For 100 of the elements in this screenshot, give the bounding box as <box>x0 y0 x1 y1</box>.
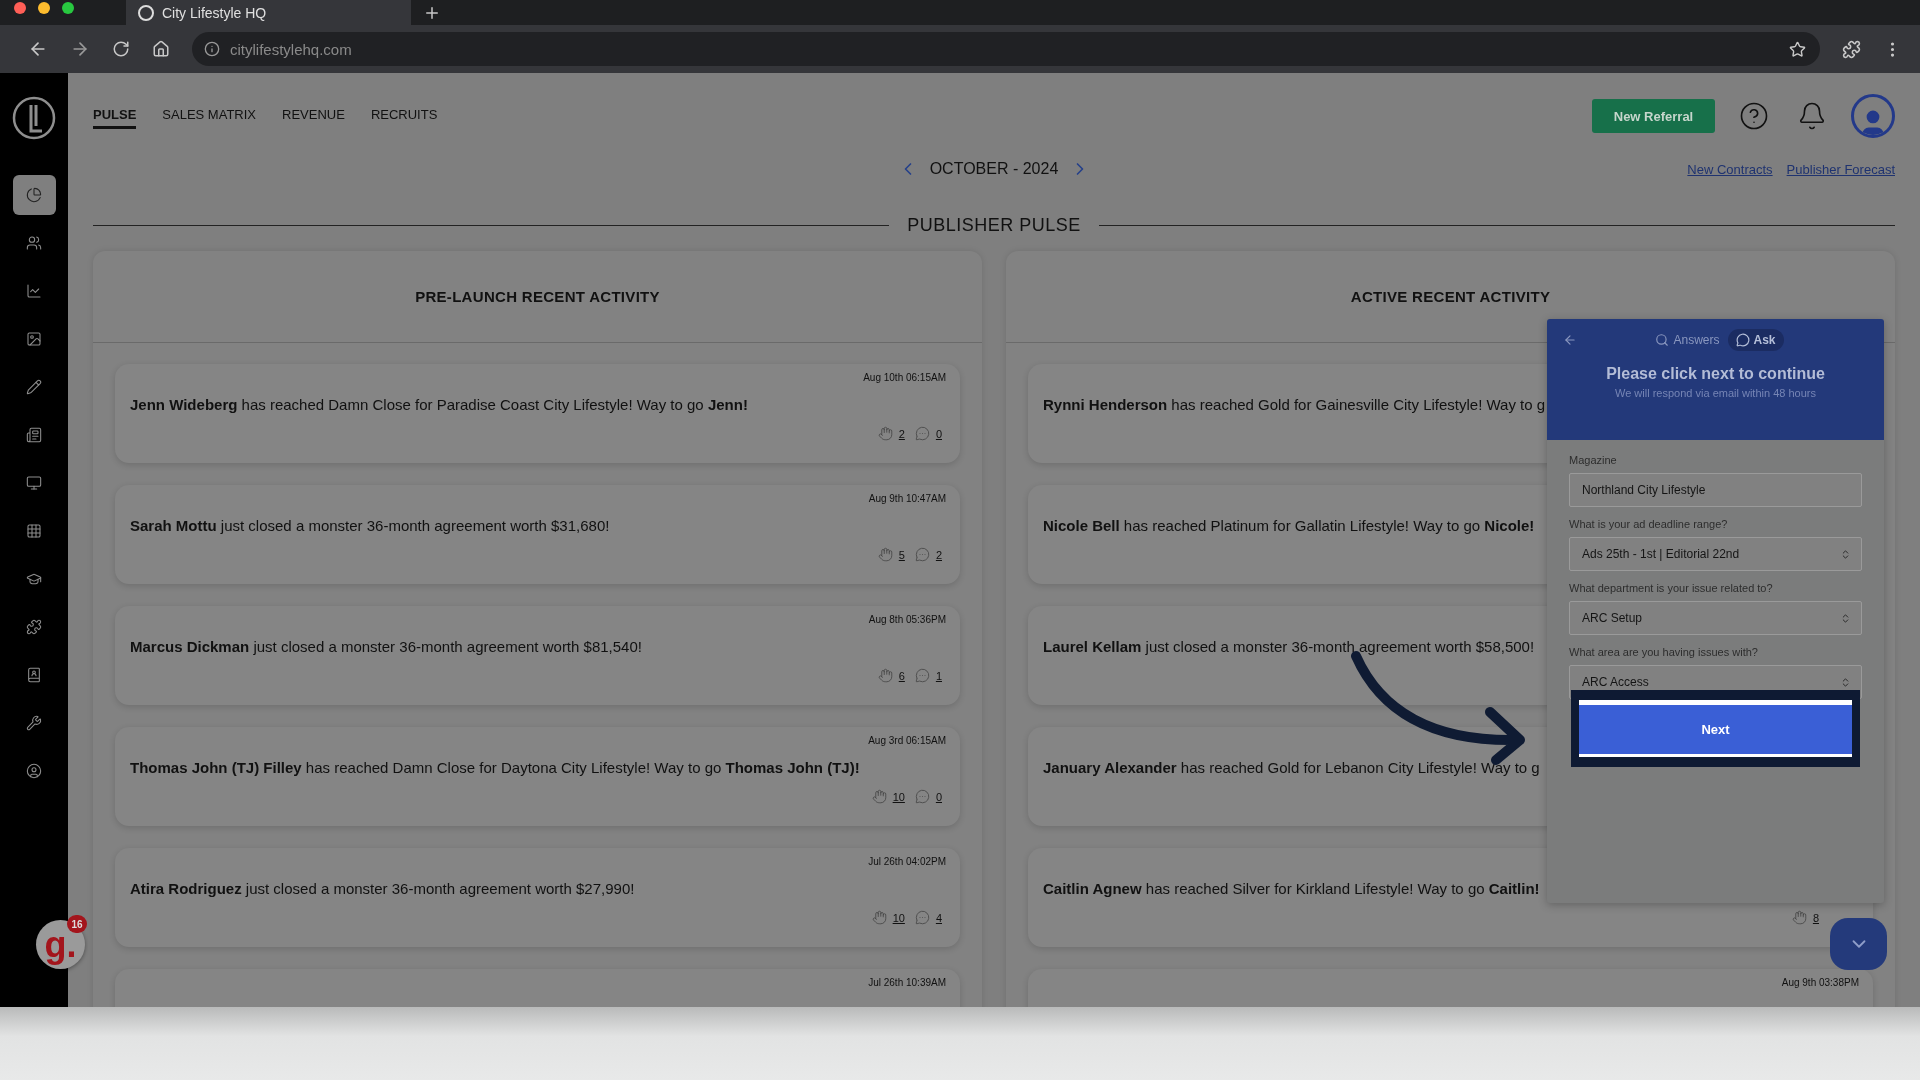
monitor-icon <box>26 475 42 491</box>
up-down-arrows-icon <box>1840 676 1851 688</box>
timestamp: Aug 8th 05:36PM <box>868 614 946 627</box>
avatar-icon[interactable] <box>1851 94 1895 138</box>
comment-count[interactable]: 4 <box>935 911 942 924</box>
comment-count[interactable]: 2 <box>935 548 942 561</box>
activity-message: Jenn Wideberg has reached Damn Close for Paradise Coast City Lifestyle! Way to go Jenn! <box>130 396 748 413</box>
new-referral-button[interactable]: New Referral <box>1592 99 1715 133</box>
activity-message: Marcus Dickman just closed a monster 36-month agreement worth $81,540! <box>130 638 642 655</box>
bookmark-star-icon[interactable] <box>1789 40 1806 58</box>
reload-icon[interactable] <box>112 40 130 58</box>
nav-tab[interactable]: REVENUE <box>282 103 345 129</box>
chat-bubble-icon[interactable] <box>914 426 930 441</box>
wrench-icon <box>26 715 42 731</box>
report-link[interactable]: Publisher Forecast <box>1786 161 1895 177</box>
back-icon[interactable] <box>1563 333 1577 347</box>
hand-icon[interactable] <box>877 668 893 683</box>
section-title: PUBLISHER PULSE <box>907 214 1081 236</box>
pie-chart-icon <box>26 187 42 203</box>
notification-badge: 16 <box>67 915 87 933</box>
comment-count[interactable]: 0 <box>935 790 942 803</box>
timestamp: Aug 9th 10:47AM <box>868 493 946 506</box>
help-icon[interactable] <box>1739 101 1769 131</box>
like-count[interactable]: 10 <box>892 790 905 803</box>
activity-message: Rynni Henderson has reached Gold for Gainesville City Lifestyle! Way to g <box>1043 396 1546 413</box>
activity-message: Atira Rodriguez just closed a monster 36-month agreement worth $27,990! <box>130 880 635 897</box>
browser-tab[interactable]: City Lifestyle HQ <box>126 0 411 25</box>
minimize-window-icon[interactable] <box>38 1 50 14</box>
activity-message: Nicole Bell has reached Platinum for Gallatin Lifestyle! Way to go Nicole! <box>1043 517 1535 534</box>
up-down-arrows-icon <box>1840 548 1851 560</box>
chat-bubble-icon[interactable] <box>914 789 930 804</box>
hand-icon[interactable] <box>871 789 887 804</box>
activity-message: Thomas John (TJ) Filley has reached Damn Close for Daytona City Lifestyle! Way to go Thomas John (TJ)! <box>130 759 860 776</box>
like-count[interactable]: 6 <box>898 669 905 682</box>
home-icon[interactable] <box>152 40 170 58</box>
field-label: What area are you having issues with? <box>1569 646 1759 658</box>
site-logo-icon <box>138 4 154 21</box>
next-button[interactable]: Next <box>1579 700 1852 757</box>
panel-title: ACTIVE RECENT ACTIVITY <box>1350 288 1551 305</box>
newspaper-icon <box>26 427 42 443</box>
line-chart-icon <box>26 283 42 299</box>
widget-title: Please click next to continue <box>1606 365 1825 383</box>
url-text: citylifestylehq.com <box>230 40 353 58</box>
up-down-arrows-icon <box>1840 612 1851 624</box>
hand-icon[interactable] <box>877 547 893 562</box>
user-circle-icon <box>26 763 42 779</box>
site-info-icon[interactable] <box>204 41 220 57</box>
panel-title: PRE-LAUNCH RECENT ACTIVITY <box>415 288 660 305</box>
select-field[interactable]: ARC Setup <box>1569 601 1862 635</box>
like-count[interactable]: 5 <box>898 548 905 561</box>
address-bar[interactable]: citylifestylehq.com <box>192 32 1820 66</box>
hand-icon[interactable] <box>877 426 893 441</box>
image-icon <box>26 331 42 347</box>
widget-tab[interactable]: Ask <box>1727 329 1784 351</box>
activity-message: January Alexander has reached Gold for Lebanon City Lifestyle! Way to g <box>1043 759 1540 776</box>
month-label: OCTOBER - 2024 <box>929 160 1059 178</box>
nav-tab[interactable]: PULSE <box>93 103 137 129</box>
activity-message: Laurel Kellam just closed a monster 36-month agreement worth $58,500! <box>1043 638 1535 655</box>
contact-book-icon <box>26 667 42 683</box>
input-field[interactable]: Northland City Lifestyle <box>1569 473 1862 507</box>
search-icon <box>1655 333 1670 347</box>
activity-message: Caitlin Agnew has reached Silver for Kirkland Lifestyle! Way to go Caitlin! <box>1043 880 1540 897</box>
tab-title: City Lifestyle HQ <box>162 4 267 21</box>
collapse-button[interactable] <box>1830 918 1887 970</box>
timestamp: Aug 3rd 06:15AM <box>868 735 946 748</box>
extensions-icon[interactable] <box>1842 39 1861 59</box>
timestamp: Jul 26th 04:02PM <box>868 856 946 869</box>
like-count[interactable]: 8 <box>1812 911 1819 924</box>
activity-message: Sarah Mottu just closed a monster 36-month agreement worth $31,680! <box>130 517 610 534</box>
maximize-window-icon[interactable] <box>62 1 74 14</box>
close-window-icon[interactable] <box>14 1 26 14</box>
field-label: What department is your issue related to? <box>1569 582 1774 594</box>
report-link[interactable]: New Contracts <box>1687 161 1773 177</box>
field-label: Magazine <box>1569 454 1618 466</box>
like-count[interactable]: 2 <box>898 427 905 440</box>
chat-bubble-icon[interactable] <box>914 668 930 683</box>
nav-tab[interactable]: SALES MATRIX <box>162 103 257 129</box>
hand-icon[interactable] <box>871 910 887 925</box>
grid-icon <box>26 523 42 539</box>
sidebar-item[interactable] <box>12 175 56 215</box>
like-count[interactable]: 10 <box>892 911 905 924</box>
users-icon <box>26 235 42 251</box>
timestamp: Jul 26th 10:39AM <box>868 977 946 990</box>
widget-tab[interactable]: Answers <box>1647 329 1728 351</box>
logo-icon[interactable] <box>12 96 56 140</box>
graduation-cap-icon <box>26 571 42 587</box>
comment-count[interactable]: 0 <box>935 427 942 440</box>
bell-icon[interactable] <box>1797 101 1827 131</box>
select-field[interactable]: Ads 25th - 1st | Editorial 22nd <box>1569 537 1862 571</box>
comment-count[interactable]: 1 <box>935 669 942 682</box>
field-label: What is your ad deadline range? <box>1569 518 1729 530</box>
chat-bubble-icon[interactable] <box>914 910 930 925</box>
chat-bubble-icon[interactable] <box>914 547 930 562</box>
puzzle-icon <box>26 619 42 635</box>
timestamp: Aug 10th 06:15AM <box>863 372 946 385</box>
nav-tab[interactable]: RECRUITS <box>370 103 438 129</box>
hand-icon[interactable] <box>1791 910 1807 925</box>
pencil-icon <box>26 379 42 395</box>
widget-subtitle: We will respond via email within 48 hours <box>1615 387 1816 399</box>
chat-bubble-icon <box>1735 333 1750 347</box>
